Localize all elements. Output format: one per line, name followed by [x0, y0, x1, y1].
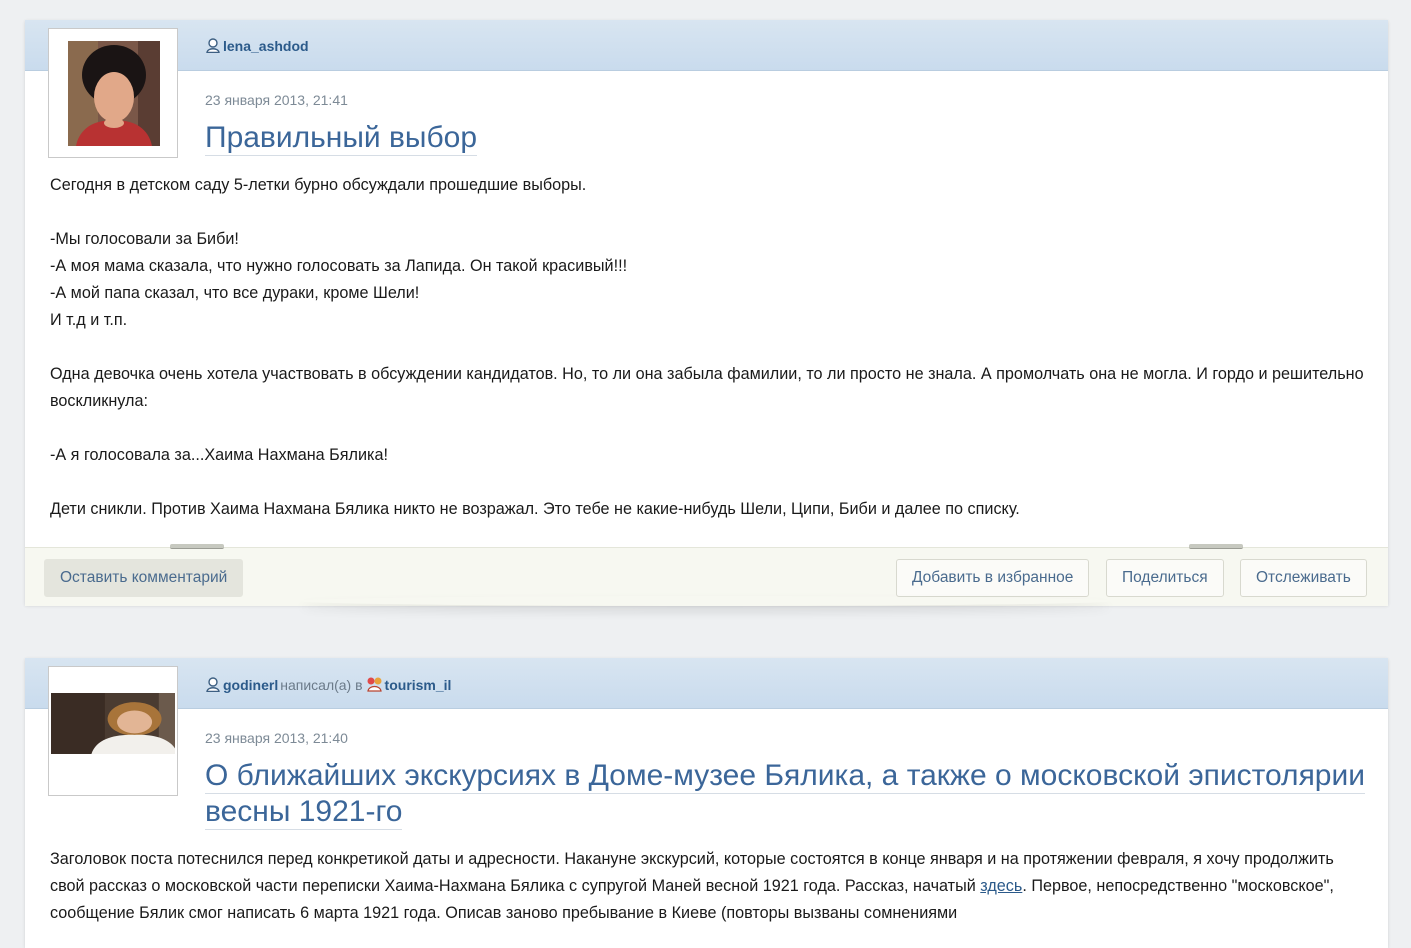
post-title[interactable]: О ближайших экскурсиях в Доме-музее Бяли…: [205, 758, 1366, 830]
author-line: godinerl написал(а) в tourism_il: [206, 676, 451, 693]
paperclip-decoration: [170, 544, 224, 549]
post-title-text[interactable]: Правильный выбор: [205, 121, 478, 156]
paragraph: -А я голосовала за...Хаима Нахмана Бялик…: [50, 446, 388, 464]
avatar[interactable]: [48, 666, 178, 796]
track-button[interactable]: Отслеживать: [1240, 559, 1367, 597]
paperclip-decoration: [1189, 544, 1243, 549]
author-link[interactable]: lena_ashdod: [223, 38, 309, 54]
post-card: godinerl написал(а) в tourism_il 23 января…: [25, 658, 1388, 948]
paragraph: Одна девочка очень хотела участвовать в …: [50, 365, 1364, 410]
paragraph: -А моя мама сказала, что нужно голосоват…: [50, 257, 628, 275]
paragraph: Дети сникли. Против Хаима Нахмана Бялика…: [50, 500, 1020, 518]
post-header: lena_ashdod: [25, 20, 1388, 71]
user-icon: [206, 677, 220, 692]
here-link[interactable]: здесь: [980, 877, 1022, 895]
author-line: lena_ashdod: [206, 38, 309, 54]
avatar-photo: [51, 693, 175, 754]
paragraph: -А мой папа сказал, что все дураки, кром…: [50, 284, 420, 302]
post-date: 23 января 2013, 21:41: [205, 92, 348, 108]
post-body: Заголовок поста потеснился перед конкрет…: [50, 846, 1365, 927]
share-button[interactable]: Поделиться: [1106, 559, 1224, 597]
paragraph: -Мы голосовали за Биби!: [50, 230, 239, 248]
card-shadow: [300, 596, 1111, 606]
post-title[interactable]: Правильный выбор: [205, 120, 478, 156]
post-body: Сегодня в детском саду 5-летки бурно обс…: [50, 172, 1365, 523]
post-title-text[interactable]: О ближайших экскурсиях в Доме-музее Бяли…: [205, 759, 1366, 794]
user-icon: [206, 38, 220, 53]
post-header: godinerl написал(а) в tourism_il: [25, 658, 1388, 709]
post-card: lena_ashdod 23 января 2013, 21:41 Правил…: [25, 20, 1388, 606]
avatar[interactable]: [48, 28, 178, 158]
post-date: 23 января 2013, 21:40: [205, 730, 348, 746]
post-title-text[interactable]: весны 1921-го: [205, 795, 403, 830]
paragraph: И т.д и т.п.: [50, 311, 128, 329]
paragraph: Заголовок поста потеснился перед конкрет…: [50, 850, 1334, 922]
community-icon: [366, 677, 382, 692]
author-link[interactable]: godinerl: [223, 677, 278, 693]
community-link[interactable]: tourism_il: [385, 677, 452, 693]
paragraph: Сегодня в детском саду 5-летки бурно обс…: [50, 176, 587, 194]
wrote-in-label: написал(а) в: [280, 677, 363, 693]
avatar-photo: [68, 41, 160, 146]
leave-comment-button[interactable]: Оставить комментарий: [44, 559, 244, 597]
add-to-favorites-button[interactable]: Добавить в избранное: [896, 559, 1090, 597]
